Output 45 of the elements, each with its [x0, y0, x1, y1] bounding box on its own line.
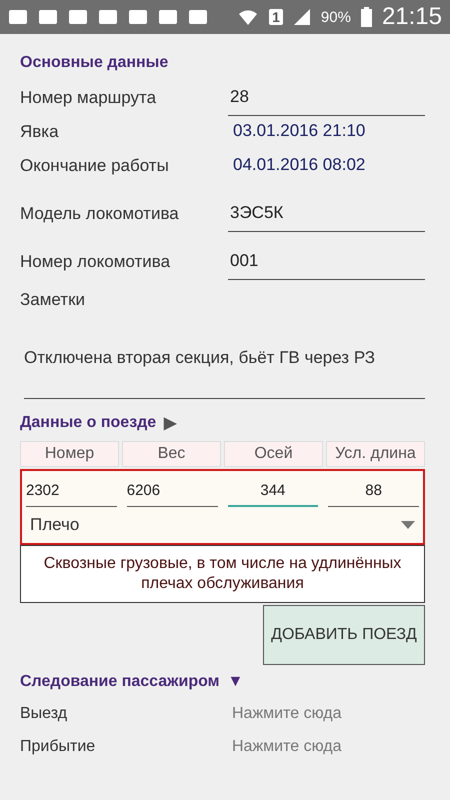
date-time-value[interactable]: 03.01.2016 21:10	[228, 121, 425, 150]
notification-icon	[188, 8, 208, 26]
column-header: Номер	[20, 441, 119, 467]
field-label: Номер маршрута	[20, 88, 158, 109]
section-title: Следование пассажиром	[20, 673, 220, 691]
field-label: Окончание работы	[20, 156, 170, 177]
battery-icon	[360, 7, 372, 27]
notification-icon	[8, 8, 28, 26]
input-field[interactable]: 001	[228, 251, 425, 280]
route-dropdown[interactable]: Плечо	[22, 507, 423, 543]
field-label: Прибытие	[20, 738, 96, 756]
input-field[interactable]: 3ЭС5К	[228, 203, 425, 232]
tap-hint[interactable]: Нажмите сюда	[232, 738, 342, 756]
battery-percent: 90%	[320, 8, 351, 26]
field-label: Номер локомотива	[20, 252, 172, 273]
notification-icon	[98, 8, 118, 26]
input-field[interactable]: 88	[328, 477, 419, 507]
section-title: Данные о поезде	[20, 414, 156, 432]
add-train-button[interactable]: ДОБАВИТЬ ПОЕЗД	[263, 605, 425, 665]
field-label: Явка	[20, 122, 60, 143]
field-label: Модель локомотива	[20, 204, 180, 225]
input-field[interactable]: 2302	[26, 477, 117, 507]
notification-icon	[158, 8, 178, 26]
notification-icon	[128, 8, 148, 26]
sim-indicator: 1	[269, 9, 283, 25]
notification-icon	[68, 8, 88, 26]
caret-icon	[401, 521, 415, 529]
field-label: Выезд	[20, 704, 68, 722]
field-label: Заметки	[20, 290, 86, 311]
input-field[interactable]: 344	[228, 477, 318, 507]
notes-field[interactable]: Отключена вторая секция, бьёт ГВ через РЗ	[24, 348, 425, 399]
expand-arrow[interactable]: ▼	[228, 673, 244, 691]
column-header: Осей	[224, 441, 323, 467]
clock: 21:15	[382, 3, 442, 31]
column-header: Усл. длина	[326, 441, 425, 467]
notification-icon	[38, 8, 58, 26]
column-header: Вес	[122, 441, 221, 467]
date-time-value[interactable]: 04.01.2016 08:02	[228, 155, 425, 184]
expand-arrow[interactable]: ▶	[164, 413, 176, 433]
route-description: Сквозные грузовые, в том числе на удлинённых плечах обслуживания	[20, 545, 425, 603]
input-field[interactable]: 28	[228, 87, 425, 116]
tap-hint[interactable]: Нажмите сюда	[232, 704, 342, 722]
input-field[interactable]: 6206	[126, 477, 218, 507]
section-title: Основные данные	[20, 54, 168, 72]
signal-icon	[292, 8, 311, 26]
